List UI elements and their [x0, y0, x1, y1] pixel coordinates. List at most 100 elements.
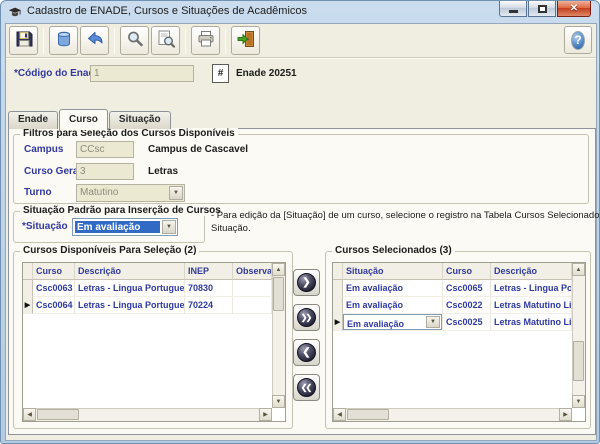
cell-situacao: Em avaliação — [343, 280, 443, 297]
cell-curso: Csc0065 — [443, 280, 491, 297]
situacao-combo[interactable]: Em avaliação ▼ — [72, 218, 178, 236]
cell-curso: Csc0022 — [443, 297, 491, 314]
double-chevron-left-icon: ❮❮ — [297, 378, 316, 397]
tab-situacao[interactable]: Situação — [109, 111, 171, 129]
campus-input[interactable] — [76, 141, 134, 158]
undo-icon — [85, 29, 105, 52]
horizontal-scrollbar[interactable]: ◀ ▶ — [333, 408, 572, 421]
chevron-left-icon: ❮ — [297, 343, 316, 362]
client-area: ? *Código do Enade # Enade 20251 Enade C… — [5, 23, 597, 441]
minimize-icon — [509, 10, 518, 13]
selected-courses-group: Cursos Selecionados (3) Situação Curso D… — [325, 251, 591, 429]
move-all-left-button[interactable]: ❮❮ — [293, 374, 320, 401]
help-button[interactable]: ? — [564, 26, 592, 54]
delete-icon — [54, 29, 74, 52]
scroll-thumb[interactable] — [37, 409, 79, 420]
tab-enade[interactable]: Enade — [8, 111, 58, 129]
delete-button[interactable] — [49, 26, 78, 55]
cell-descricao: Letras - Lingua Portuguesa e — [75, 297, 185, 314]
scroll-thumb[interactable] — [347, 409, 389, 420]
scroll-left-button[interactable]: ◀ — [333, 408, 346, 421]
scroll-down-button[interactable]: ▼ — [572, 395, 585, 408]
tab-curso[interactable]: Curso — [59, 109, 108, 130]
gutter-header — [333, 263, 343, 280]
scroll-down-button[interactable]: ▼ — [272, 395, 285, 408]
search-button[interactable] — [120, 26, 149, 55]
scroll-right-button[interactable]: ▶ — [559, 408, 572, 421]
application-window: Cadastro de ENADE, Cursos e Situações de… — [0, 0, 600, 444]
minimize-button[interactable] — [499, 1, 527, 17]
save-button[interactable] — [9, 26, 38, 55]
available-courses-group: Cursos Disponíveis Para Seleção (2) Curs… — [13, 251, 293, 429]
chevron-down-icon[interactable]: ▼ — [426, 316, 440, 328]
scroll-thumb[interactable] — [573, 341, 584, 381]
vertical-scrollbar[interactable]: ▲ ▼ — [272, 263, 285, 408]
column-header-inep[interactable]: INEP — [185, 263, 233, 280]
double-chevron-right-icon: ❯❯ — [297, 308, 316, 327]
scroll-up-button[interactable]: ▲ — [272, 263, 285, 276]
cell-curso: Csc0064 — [33, 297, 75, 314]
scroll-left-button[interactable]: ◀ — [23, 408, 36, 421]
exit-button[interactable] — [231, 26, 260, 55]
scroll-right-button[interactable]: ▶ — [259, 408, 272, 421]
column-header-curso[interactable]: Curso — [443, 263, 491, 280]
row-gutter — [333, 297, 343, 314]
situacao-combo-value: Em avaliação — [75, 221, 160, 233]
tab-panel-curso: Filtros para Seleção dos Cursos Disponív… — [8, 128, 596, 435]
table-header-row: Situação Curso Descrição — [333, 263, 572, 280]
move-right-button[interactable]: ❯ — [293, 269, 320, 296]
row-gutter — [23, 280, 33, 297]
curso-geral-input[interactable] — [76, 163, 134, 180]
column-header-descricao[interactable]: Descrição — [75, 263, 185, 280]
table-row[interactable]: Csc0063 Letras - Lingua Portuguesa e 708… — [23, 280, 272, 297]
horizontal-scrollbar[interactable]: ◀ ▶ — [23, 408, 272, 421]
maximize-button[interactable] — [528, 1, 556, 17]
chevron-down-icon[interactable]: ▼ — [169, 186, 183, 200]
enade-reference: Enade 20251 — [236, 68, 297, 79]
column-header-observacao[interactable]: Observaçõ — [233, 263, 272, 280]
table-header-row: Curso Descrição INEP Observaçõ — [23, 263, 272, 280]
table-row[interactable]: ▶ Em avaliação ▼ Csc0025 Letras Matutino… — [333, 314, 572, 331]
scroll-thumb[interactable] — [273, 277, 284, 311]
scroll-up-button[interactable]: ▲ — [572, 263, 585, 276]
row-situacao-combo[interactable]: Em avaliação ▼ — [343, 314, 442, 330]
selected-courses-table: Situação Curso Descrição Em avaliação Cs… — [332, 262, 586, 422]
table-row[interactable]: Em avaliação Csc0065 Letras - Lingua Por… — [333, 280, 572, 297]
situacao-note-line2: Situação. — [211, 222, 600, 235]
enade-code-input[interactable] — [90, 65, 194, 82]
column-header-situacao[interactable]: Situação — [343, 263, 443, 280]
turno-combo[interactable]: Matutino ▼ — [76, 184, 185, 202]
default-situation-group: Situação Padrão para Inserção de Cursos … — [13, 211, 205, 243]
cell-descricao: Letras Matutino Licen — [491, 314, 572, 331]
enade-lookup-button[interactable]: # — [212, 64, 229, 83]
move-all-right-button[interactable]: ❯❯ — [293, 304, 320, 331]
chevron-down-icon[interactable]: ▼ — [162, 220, 176, 234]
table-row[interactable]: Em avaliação Csc0022 Letras Matutino Lic… — [333, 297, 572, 314]
turno-label: Turno — [24, 187, 52, 198]
undo-button[interactable] — [80, 26, 109, 55]
titlebar[interactable]: Cadastro de ENADE, Cursos e Situações de… — [1, 1, 599, 23]
column-header-descricao[interactable]: Descrição — [491, 263, 572, 280]
table-row[interactable]: ▶ Csc0064 Letras - Lingua Portuguesa e 7… — [23, 297, 272, 314]
preview-button[interactable] — [151, 26, 180, 55]
current-row-marker-icon: ▶ — [335, 319, 340, 326]
cell-descricao: Letras - Lingua Portug — [491, 280, 572, 297]
close-button[interactable]: ✕ — [557, 1, 591, 17]
help-icon: ? — [571, 31, 585, 50]
toolbar: ? — [6, 24, 596, 58]
graduation-cap-icon — [8, 5, 22, 19]
campus-label: Campus — [24, 144, 63, 155]
vertical-scrollbar[interactable]: ▲ ▼ — [572, 263, 585, 408]
print-button[interactable] — [191, 26, 220, 55]
filters-group: Filtros para Seleção dos Cursos Disponív… — [13, 134, 589, 204]
curso-geral-description: Letras — [148, 166, 178, 177]
situacao-note-line1: - Para edição da [Situação] de um curso,… — [211, 209, 600, 222]
exit-icon — [236, 29, 256, 52]
column-header-curso[interactable]: Curso — [33, 263, 75, 280]
window-controls: ✕ — [499, 1, 591, 17]
selected-courses-group-title: Cursos Selecionados (3) — [332, 245, 455, 256]
row-gutter: ▶ — [333, 314, 343, 331]
default-situation-group-title: Situação Padrão para Inserção de Cursos — [20, 205, 224, 216]
cell-descricao: Letras - Lingua Portuguesa e — [75, 280, 185, 297]
move-left-button[interactable]: ❮ — [293, 339, 320, 366]
